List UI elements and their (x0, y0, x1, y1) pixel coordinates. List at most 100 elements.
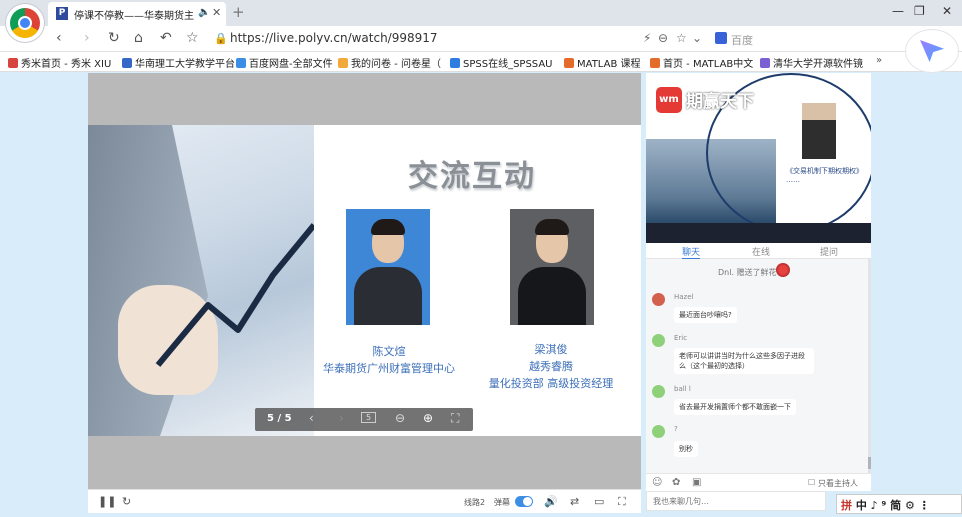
bookmark-item[interactable]: 我的问卷 - 问卷星（ (338, 55, 441, 70)
mute-icon[interactable]: 🔈 (198, 7, 210, 18)
bookmark-star-icon[interactable]: ☆ (186, 30, 199, 46)
bookmark-item[interactable]: SPSS在线_SPSSAU (450, 55, 553, 70)
fullscreen-icon[interactable]: ⛶ (618, 495, 626, 509)
flower-icon (776, 263, 790, 277)
bookmark-icon (236, 58, 246, 68)
search-engine-label[interactable]: 百度 (731, 32, 753, 48)
chat-input[interactable] (647, 492, 825, 510)
avatar (652, 385, 665, 398)
tab-online[interactable]: 在线 (752, 245, 770, 258)
back-icon[interactable]: ‹ (56, 30, 62, 46)
chat-message: 别秒 (674, 441, 698, 457)
chat-username: ball l (674, 385, 691, 393)
player-bottom-bar: ❚❚ ↻ 线路2 弹幕 🔊 ⇄ ▭ ⛶ (88, 489, 641, 513)
forward-icon[interactable]: › (84, 30, 90, 46)
side-tabs: 聊天 在线 提问 (646, 243, 871, 260)
home-icon[interactable]: ⌂ (134, 30, 143, 46)
bookmark-icon (338, 58, 348, 68)
lightning-icon[interactable]: ⚡ (643, 31, 651, 45)
host-photo (802, 103, 836, 159)
ime-logo-icon: 拼 (841, 499, 856, 512)
image-icon[interactable]: ▣ (692, 477, 701, 488)
speaker-photo-2 (510, 209, 594, 325)
dropdown-icon[interactable]: ⌄ (692, 31, 702, 45)
new-tab-icon[interactable]: + (232, 3, 245, 21)
tab-title: 停课不停教——华泰期货主 (74, 11, 194, 22)
chat-message: 老师可以讲讲当时为什么这些多因子进段么（这个最初的选择） (674, 348, 814, 374)
zoom-icon[interactable]: ⊖ (658, 31, 668, 45)
barrage-toggle[interactable] (515, 496, 533, 507)
speaker-2-title: 量化投资部 高级投资经理 (488, 377, 614, 390)
quality-selector[interactable]: 线路2 (464, 497, 485, 508)
restore-icon[interactable]: ❐ (914, 4, 925, 18)
switch-icon[interactable]: ⇄ (570, 495, 579, 508)
bookmark-item[interactable]: MATLAB 课程 (564, 55, 640, 70)
gift-icon[interactable]: ✿ (672, 477, 680, 488)
lock-icon: 🔒 (214, 32, 228, 45)
bookmark-item[interactable]: 百度网盘-全部文件 (236, 55, 333, 70)
avatar (652, 293, 665, 306)
title-bar: P 停课不停教——华泰期货主 🔈 ✕ + — ❐ ✕ (0, 0, 962, 26)
speaker-photo-1 (346, 209, 430, 325)
bookmark-icon (564, 58, 574, 68)
next-slide-icon[interactable]: › (339, 411, 344, 425)
bookmark-icon (450, 58, 460, 68)
bookmark-item[interactable]: 秀米首页 - 秀米 XIU (8, 55, 111, 70)
bookmark-icon (650, 58, 660, 68)
polyv-favicon-icon: P (56, 7, 68, 20)
url-field[interactable]: https://live.polyv.cn/watch/998917 (230, 31, 438, 45)
tab-chat[interactable]: 聊天 (682, 245, 701, 260)
undo-icon[interactable]: ↶ (160, 30, 172, 46)
trend-line-graphic (155, 223, 314, 367)
zoom-out-icon[interactable]: ⊖ (395, 411, 405, 425)
video-caption: 《交易机制下期权期权》 …… (786, 167, 863, 184)
tab-close-icon[interactable]: ✕ (212, 6, 221, 19)
speaker-2-info: 梁淇俊 越秀睿腾 量化投资部 高级投资经理 (476, 341, 626, 392)
speaker-1-info: 陈文煊 华泰期货广州财富管理中心 (304, 343, 474, 377)
browser-tab[interactable]: P 停课不停教——华泰期货主 🔈 ✕ (48, 2, 226, 26)
emoji-icon[interactable]: ☺ (652, 477, 662, 488)
brand-logo-icon: wm (656, 87, 682, 113)
chat-message: 省去最开发捐置师个都不敢面嵌一下 (674, 399, 796, 415)
speaker-2-name: 梁淇俊 (534, 343, 568, 356)
bookmark-item[interactable]: 首页 - MATLAB中文 (650, 55, 753, 70)
ime-status: 中 ♪ ⁹ 简 ⚙ ⋮ (855, 499, 930, 512)
page-jump-box[interactable]: 5 (361, 412, 377, 423)
brand-logo-text: 期赢天下 (686, 92, 754, 112)
chat-message: 最近面台吵嚷吗? (674, 307, 737, 323)
browser-logo-icon (6, 4, 44, 42)
avatar (652, 334, 665, 347)
close-window-icon[interactable]: ✕ (942, 4, 952, 18)
prev-slide-icon[interactable]: ‹ (309, 411, 314, 425)
favorite-icon[interactable]: ☆ (676, 31, 687, 45)
address-bar: ‹ › ↻ ⌂ ↶ ☆ 🔒 https://live.polyv.cn/watc… (0, 26, 962, 52)
chat-username: ? (674, 425, 678, 433)
zoom-in-icon[interactable]: ⊕ (423, 411, 433, 425)
bookmarks-overflow-icon[interactable]: » (876, 55, 882, 66)
slide-controls: 5 / 5 ‹ › 5 ⊖ ⊕ ⛶ (255, 408, 473, 431)
only-host-checkbox[interactable]: ☐ (808, 478, 815, 487)
fit-screen-icon[interactable]: ⛶ (451, 411, 459, 426)
assistant-bird-icon[interactable] (906, 30, 958, 72)
reload-icon[interactable]: ↻ (108, 30, 120, 46)
bookmark-item[interactable]: 清华大学开源软件镜 (760, 55, 863, 70)
refresh-icon[interactable]: ↻ (122, 495, 131, 508)
chat-input-box[interactable] (646, 491, 826, 511)
bookmark-item[interactable]: 华南理工大学教学平台 (122, 55, 235, 70)
page-indicator: 5 / 5 (267, 413, 292, 424)
chat-scrollbar[interactable] (868, 259, 871, 473)
pause-icon[interactable]: ❚❚ (98, 495, 116, 508)
chat-username: Hazel (674, 293, 694, 301)
speaker-1-title: 华泰期货广州财富管理中心 (323, 362, 455, 375)
bookmarks-bar: 秀米首页 - 秀米 XIU 华南理工大学教学平台 百度网盘-全部文件 我的问卷 … (0, 52, 962, 72)
baidu-icon (715, 32, 727, 44)
chat-username: Eric (674, 334, 688, 342)
camera-icon[interactable]: ▭ (594, 495, 604, 508)
speaker-2-company: 越秀睿腾 (529, 360, 573, 373)
tab-questions[interactable]: 提问 (820, 245, 838, 258)
side-camera-video[interactable]: wm 期赢天下 《交易机制下期权期权》 …… (646, 73, 871, 243)
presentation-slide: 交流互动 陈文煊 华泰期货广州财富管理中心 梁淇俊 越秀睿腾 量化投资部 高级投… (88, 125, 641, 436)
minimize-icon[interactable]: — (892, 4, 904, 18)
ime-toolbar[interactable]: 拼 中 ♪ ⁹ 简 ⚙ ⋮ (836, 494, 962, 514)
volume-icon[interactable]: 🔊 (544, 495, 558, 508)
